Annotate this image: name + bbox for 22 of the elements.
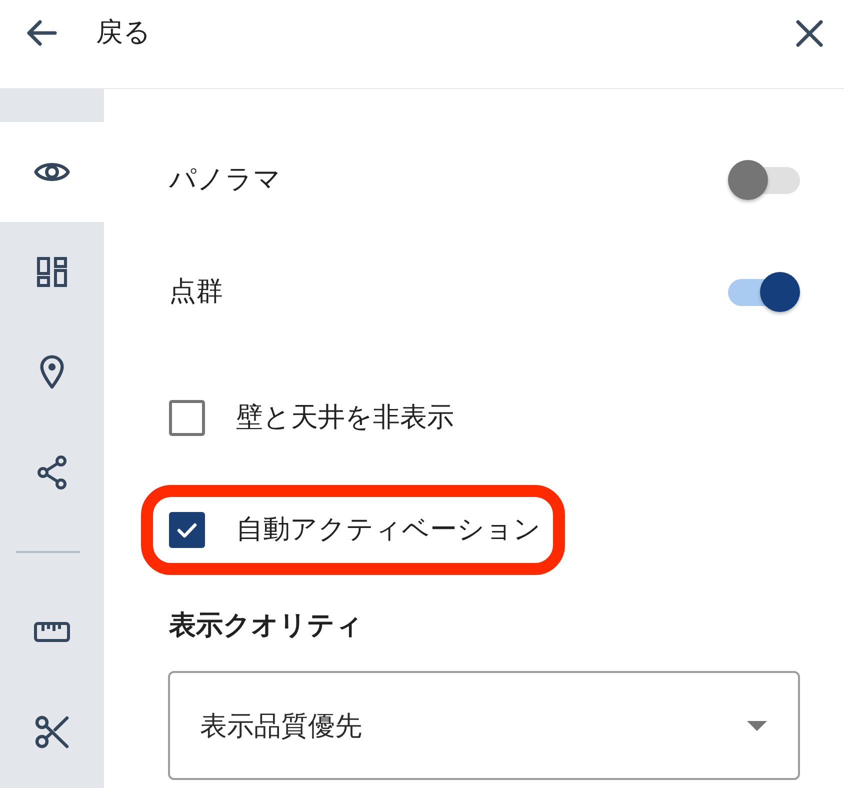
checkbox-label: 壁と天井を非表示	[236, 401, 454, 435]
setting-label: 点群	[169, 275, 223, 309]
ruler-icon	[34, 622, 70, 642]
check-icon	[177, 522, 197, 538]
toggle-switch[interactable]	[728, 160, 800, 200]
eye-icon	[34, 160, 70, 184]
checkbox-label: 自動アクティベーション	[236, 513, 541, 547]
back-arrow-icon	[25, 19, 57, 47]
dashboard-grid-icon	[37, 257, 67, 287]
scissors-icon	[35, 715, 69, 749]
caret-icon	[747, 720, 767, 730]
back-button[interactable]: 戻る	[25, 14, 151, 52]
close-icon	[796, 20, 823, 46]
quality-dropdown[interactable]: 表示品質優先	[168, 671, 800, 780]
location-pin-icon	[40, 355, 64, 389]
toggle-switch[interactable]	[728, 272, 800, 312]
checkbox[interactable]	[169, 400, 205, 436]
section-heading: 表示クオリティ	[169, 609, 364, 643]
setting-label: パノラマ	[169, 163, 281, 197]
checkbox[interactable]	[169, 512, 205, 548]
share-icon	[37, 454, 67, 490]
sidebar-tab[interactable]	[0, 122, 104, 222]
